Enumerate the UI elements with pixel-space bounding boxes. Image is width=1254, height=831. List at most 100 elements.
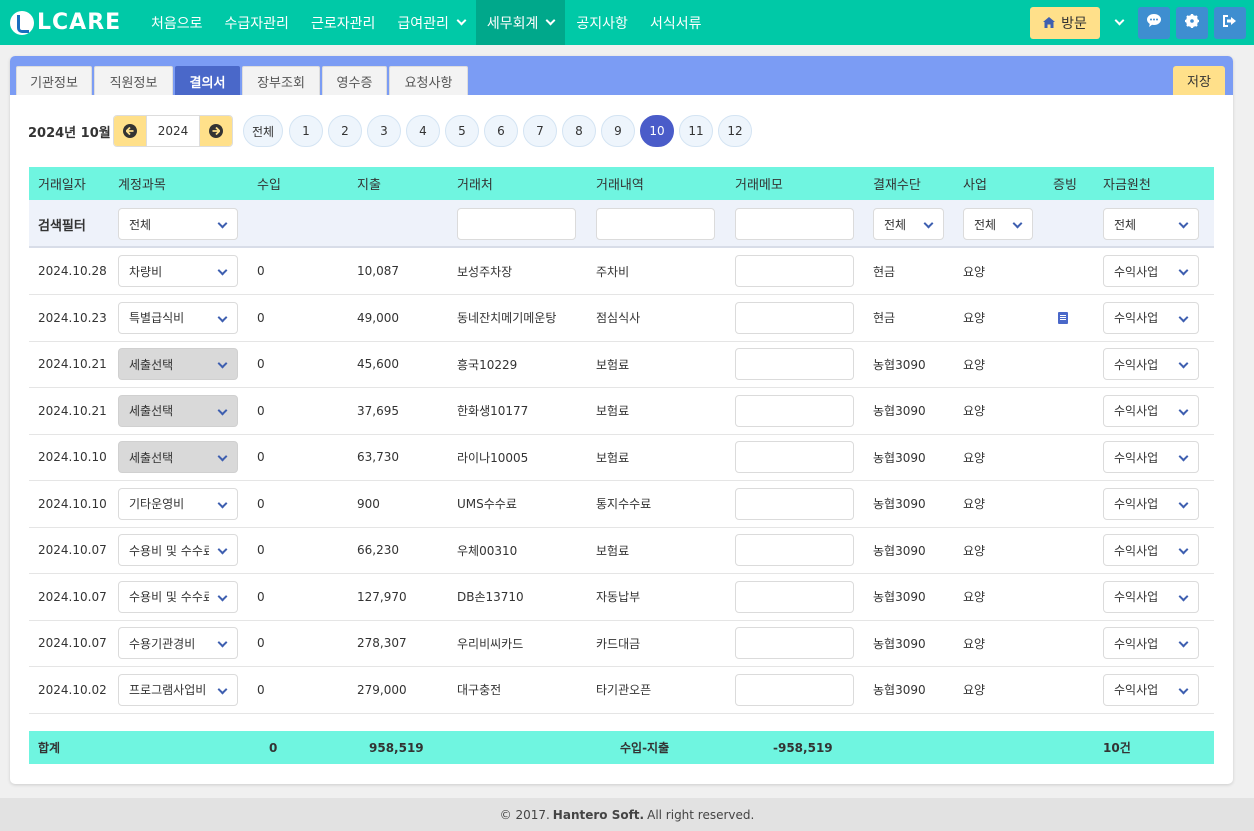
next-year-button[interactable] <box>200 116 232 146</box>
row-account-select[interactable]: 프로그램사업비 <box>118 673 238 706</box>
tab-ledger[interactable]: 장부조회 <box>242 66 320 95</box>
row-proof[interactable] <box>1058 295 1068 341</box>
row-account-select[interactable]: 세출선택 <box>118 441 238 473</box>
filter-business-select[interactable]: 전체 <box>963 208 1033 240</box>
row-fund-select[interactable]: 수익사업 <box>1103 348 1199 380</box>
col-vendor[interactable]: 거래처 <box>457 167 493 200</box>
row-expense: 127,970 <box>357 589 407 604</box>
row-payment: 농협3090 <box>873 636 926 651</box>
col-date[interactable]: 거래일자 <box>38 167 86 200</box>
logo[interactable]: LCARE <box>10 10 130 35</box>
settings-button[interactable] <box>1176 6 1208 39</box>
row-memo-input[interactable] <box>735 441 854 473</box>
row-fund-select[interactable]: 수익사업 <box>1103 627 1199 659</box>
save-button[interactable]: 저장 <box>1173 66 1225 95</box>
row-memo-input[interactable] <box>735 534 854 566</box>
chevron-down-icon <box>1178 405 1189 415</box>
row-memo-input[interactable] <box>735 255 854 287</box>
footer-prefix: © 2017. <box>499 807 550 822</box>
month-button-1[interactable]: 1 <box>289 115 323 147</box>
row-account-select[interactable]: 세출선택 <box>118 348 238 380</box>
row-account-select[interactable]: 세출선택 <box>118 394 238 427</box>
month-button-9[interactable]: 9 <box>601 115 635 147</box>
row-business: 요양 <box>963 404 986 418</box>
col-expense[interactable]: 지출 <box>357 167 381 200</box>
row-memo-input[interactable] <box>735 394 854 427</box>
select-value: 수익사업 <box>1114 264 1159 279</box>
col-fund[interactable]: 자금원천 <box>1103 167 1151 200</box>
row-account-select[interactable]: 수용비 및 수수료 <box>118 580 238 613</box>
menu-item-benefits[interactable]: 급여관리 <box>386 0 476 45</box>
menu-item-notices[interactable]: 공지사항 <box>565 0 639 45</box>
row-fund-select[interactable]: 수익사업 <box>1103 394 1199 427</box>
filter-vendor-input[interactable] <box>457 208 576 240</box>
tab-resolution[interactable]: 결의서 <box>175 66 240 95</box>
prev-year-button[interactable] <box>114 116 146 146</box>
filter-memo-input[interactable] <box>735 208 854 240</box>
visit-button[interactable]: 방문 <box>1030 6 1100 39</box>
row-fund-select[interactable]: 수익사업 <box>1103 534 1199 566</box>
row-account-select[interactable]: 수용기관경비 <box>118 627 238 659</box>
row-account-select[interactable]: 기타운영비 <box>118 487 238 520</box>
month-button-2[interactable]: 2 <box>328 115 362 147</box>
month-button-3[interactable]: 3 <box>367 115 401 147</box>
row-account-select[interactable]: 수용비 및 수수료 <box>118 534 238 566</box>
month-button-7[interactable]: 7 <box>523 115 557 147</box>
row-fund-select[interactable]: 수익사업 <box>1103 255 1199 287</box>
row-fund-select[interactable]: 수익사업 <box>1103 301 1199 334</box>
filter-fund-select[interactable]: 전체 <box>1103 208 1199 240</box>
menu-item-forms[interactable]: 서식서류 <box>639 0 713 45</box>
col-detail[interactable]: 거래내역 <box>596 167 644 200</box>
month-all-button[interactable]: 전체 <box>243 115 283 147</box>
row-memo-input[interactable] <box>735 348 854 380</box>
menu-item-recipients[interactable]: 수급자관리 <box>214 0 300 45</box>
chevron-down-icon <box>1178 451 1189 462</box>
menu-item-workers[interactable]: 근로자관리 <box>300 0 386 45</box>
col-income[interactable]: 수입 <box>257 167 281 200</box>
row-memo-input[interactable] <box>735 487 854 520</box>
month-button-4[interactable]: 4 <box>406 115 440 147</box>
menu-item-home[interactable]: 처음으로 <box>140 0 214 45</box>
month-button-5[interactable]: 5 <box>445 115 479 147</box>
row-memo-input[interactable] <box>735 673 854 706</box>
month-button-10[interactable]: 10 <box>640 115 674 147</box>
row-account-select[interactable]: 특별급식비 <box>118 301 238 334</box>
col-account[interactable]: 계정과목 <box>118 167 166 200</box>
col-payment[interactable]: 결재수단 <box>873 167 921 200</box>
filter-account-select[interactable]: 전체 <box>118 208 238 240</box>
row-memo-input[interactable] <box>735 580 854 613</box>
chevron-down-icon <box>1114 15 1124 26</box>
month-button-12[interactable]: 12 <box>718 115 752 147</box>
row-fund-select[interactable]: 수익사업 <box>1103 673 1199 706</box>
month-button-8[interactable]: 8 <box>562 115 596 147</box>
month-button-6[interactable]: 6 <box>484 115 518 147</box>
menu-item-tax-accounting[interactable]: 세무회계 <box>475 0 566 45</box>
month-button-11[interactable]: 11 <box>679 115 713 147</box>
tab-requests[interactable]: 요청사항 <box>389 66 468 95</box>
chat-button[interactable] <box>1138 6 1170 39</box>
filter-payment-select[interactable]: 전체 <box>873 208 944 240</box>
row-account-select[interactable]: 차량비 <box>118 255 238 287</box>
filter-detail-input[interactable] <box>596 208 715 240</box>
visit-dropdown-toggle[interactable] <box>1106 7 1132 39</box>
col-memo[interactable]: 거래메모 <box>735 167 783 200</box>
tab-label: 영수증 <box>336 75 373 91</box>
col-business[interactable]: 사업 <box>963 167 987 200</box>
chevron-down-icon <box>217 498 228 508</box>
row-memo-input[interactable] <box>735 301 854 334</box>
row-fund-select[interactable]: 수익사업 <box>1103 487 1199 520</box>
menu-label: 처음으로 <box>151 15 203 32</box>
row-detail: 보험료 <box>596 357 630 372</box>
row-business: 요양 <box>963 683 986 697</box>
arrow-right-icon <box>209 124 223 138</box>
row-fund-select[interactable]: 수익사업 <box>1103 580 1199 613</box>
col-proof[interactable]: 증빙 <box>1053 167 1077 200</box>
row-payment: 농협3090 <box>873 683 926 697</box>
tab-staff-info[interactable]: 직원정보 <box>94 66 173 95</box>
table-row: 2024.10.07 수용비 및 수수료 0 127,970 DB손13710 자동납부 농… <box>29 574 1214 621</box>
row-memo-input[interactable] <box>735 627 854 659</box>
tab-receipt[interactable]: 영수증 <box>322 66 387 95</box>
row-fund-select[interactable]: 수익사업 <box>1103 441 1199 473</box>
tab-institution-info[interactable]: 기관정보 <box>16 66 92 95</box>
logout-button[interactable] <box>1214 6 1246 39</box>
